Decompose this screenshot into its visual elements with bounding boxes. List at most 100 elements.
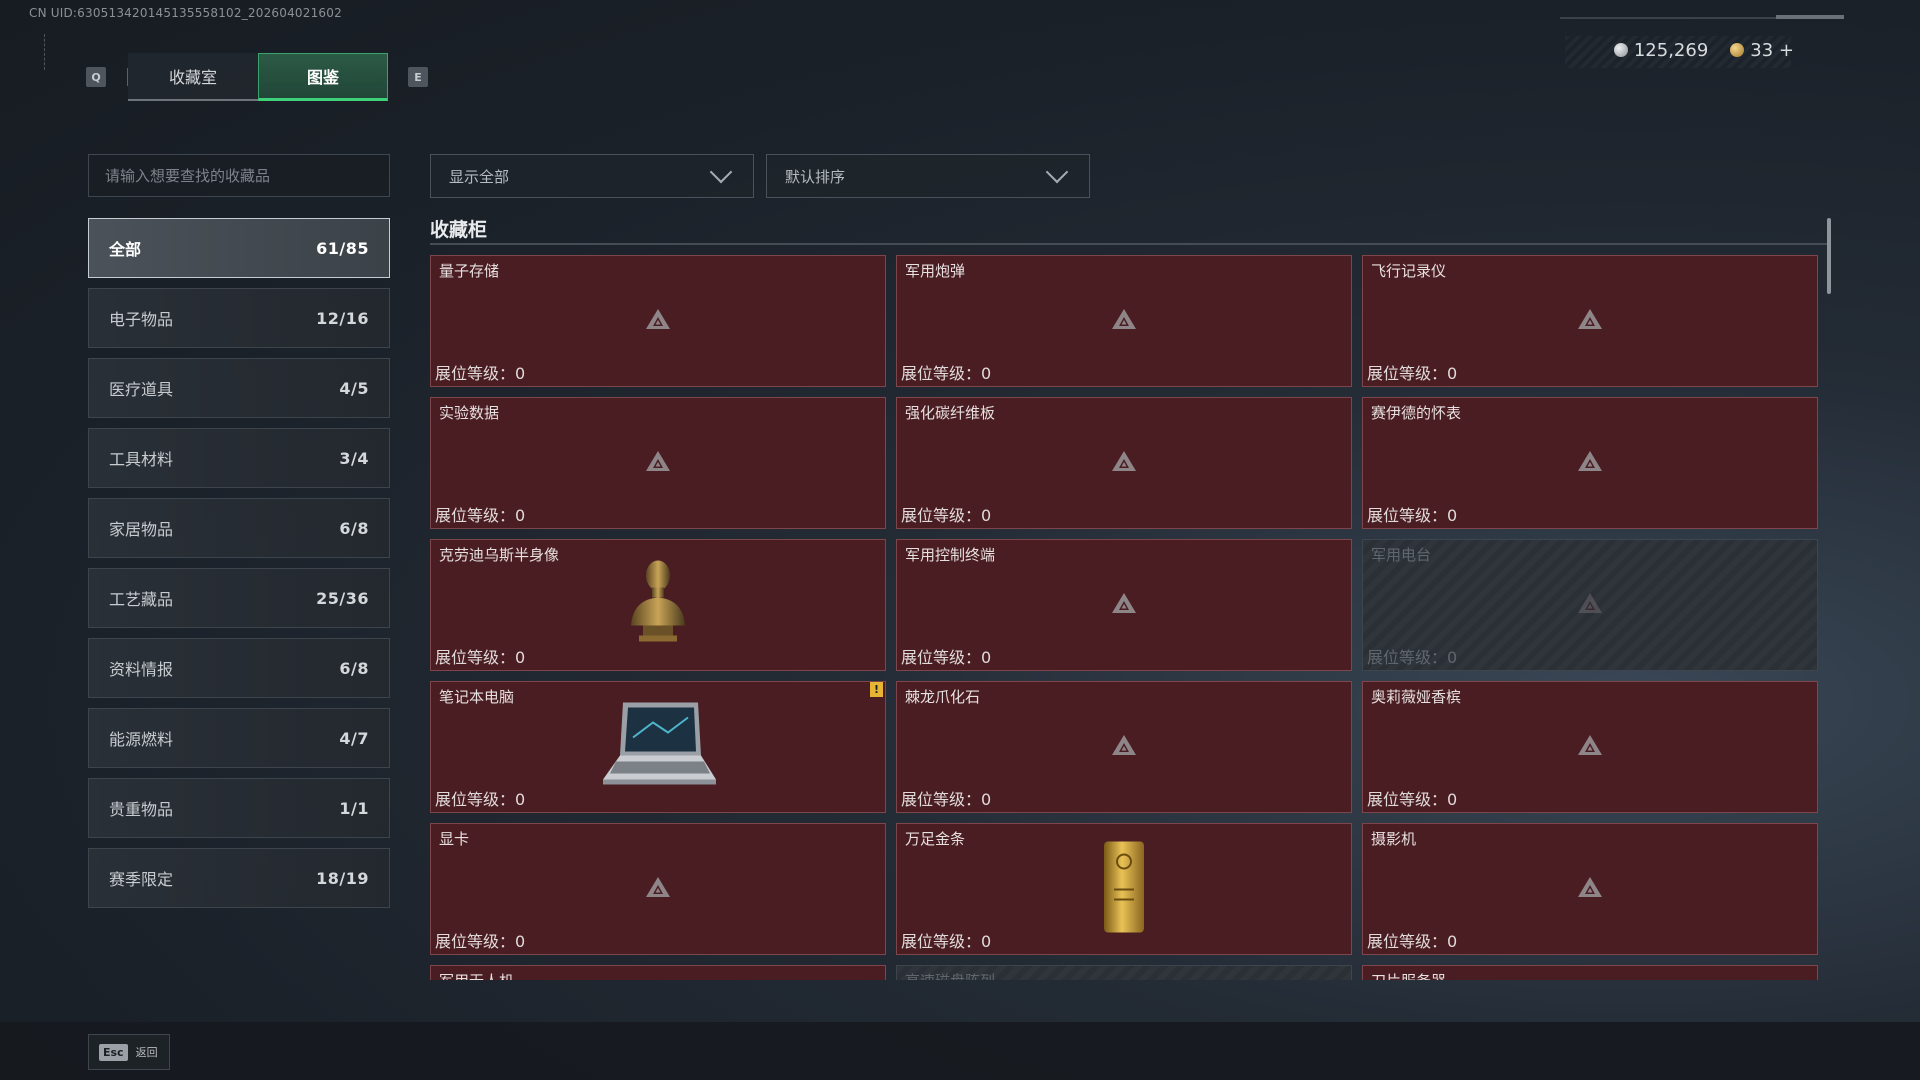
top-right-divider-accent xyxy=(1776,15,1844,19)
collection-card-name: 高速磁盘阵列 xyxy=(905,970,995,980)
category-item[interactable]: 能源燃料 4/7 xyxy=(88,708,390,768)
category-count: 25/36 xyxy=(316,588,369,608)
category-item[interactable]: 工具材料 3/4 xyxy=(88,428,390,488)
placeholder-triangle-icon xyxy=(1576,875,1604,903)
category-label: 资料情报 xyxy=(109,660,174,679)
collection-card-level: 展位等级：0 xyxy=(1367,506,1458,525)
category-label: 医疗道具 xyxy=(109,380,174,399)
category-item[interactable]: 资料情报 6/8 xyxy=(88,638,390,698)
collection-card-name: 军用控制终端 xyxy=(905,546,996,564)
scrollbar[interactable] xyxy=(1827,218,1831,294)
category-label: 能源燃料 xyxy=(109,730,174,749)
collection-card-name: 奥莉薇娅香槟 xyxy=(1371,688,1462,706)
collection-card[interactable]: 军用炮弹 展位等级：0 xyxy=(896,255,1352,387)
prev-tab-key-hint[interactable]: Q xyxy=(86,67,106,87)
collection-card-level: 展位等级：0 xyxy=(435,932,526,951)
collection-card[interactable]: 量子存储 展位等级：0 xyxy=(430,255,886,387)
category-label: 工具材料 xyxy=(109,450,174,469)
category-count: 18/19 xyxy=(316,868,369,888)
collection-grid: 量子存储 展位等级：0 军用炮弹 展位等级：0 飞行记录仪 展位等级：0 实验数据 展位等级：… xyxy=(430,255,1820,980)
category-label: 工艺藏品 xyxy=(109,590,174,609)
placeholder-triangle-icon xyxy=(1110,307,1138,335)
collection-card[interactable]: 飞行记录仪 展位等级：0 xyxy=(1362,255,1818,387)
category-label: 家居物品 xyxy=(109,520,174,539)
category-item[interactable]: 全部 61/85 xyxy=(88,218,390,278)
collection-card[interactable]: 笔记本电脑 展位等级：0! xyxy=(430,681,886,813)
collection-card-level: 展位等级：0 xyxy=(901,364,992,383)
placeholder-triangle-icon xyxy=(644,449,672,477)
category-label: 电子物品 xyxy=(109,310,174,329)
search-input[interactable]: 请输入想要查找的收藏品 xyxy=(88,154,390,197)
category-count: 4/7 xyxy=(339,728,369,748)
gold-coin-icon xyxy=(1730,43,1745,57)
category-item[interactable]: 医疗道具 4/5 xyxy=(88,358,390,418)
collection-card-level: 展位等级：0 xyxy=(901,648,992,667)
category-count: 1/1 xyxy=(339,798,369,818)
category-item[interactable]: 工艺藏品 25/36 xyxy=(88,568,390,628)
category-count: 4/5 xyxy=(339,378,369,398)
category-item[interactable]: 电子物品 12/16 xyxy=(88,288,390,348)
tab-collection-room[interactable]: 收藏室 xyxy=(128,53,258,101)
collection-card-name: 显卡 xyxy=(439,830,470,848)
category-count: 6/8 xyxy=(339,658,369,678)
next-tab-key-hint[interactable]: E xyxy=(408,67,428,87)
gold-currency[interactable]: 33 + xyxy=(1730,40,1794,61)
sort-dropdown[interactable]: 默认排序 xyxy=(766,154,1090,198)
collection-card-level: 展位等级：0 xyxy=(435,364,526,383)
placeholder-triangle-icon xyxy=(1110,449,1138,477)
back-label: 返回 xyxy=(135,1046,158,1059)
collection-card-name: 飞行记录仪 xyxy=(1371,262,1447,280)
collection-card[interactable]: 刀片服务器 xyxy=(1362,965,1818,980)
placeholder-triangle-icon xyxy=(1576,449,1604,477)
collection-card-level: 展位等级：0 xyxy=(435,790,526,809)
collection-card-name: 万足金条 xyxy=(905,830,966,848)
collection-card-level: 展位等级：0 xyxy=(901,790,992,809)
placeholder-triangle-icon xyxy=(644,307,672,335)
collection-card-name: 笔记本电脑 xyxy=(439,688,515,706)
collection-card-level: 展位等级：0 xyxy=(435,506,526,525)
collection-card[interactable]: 军用电台展位等级：0 xyxy=(1362,539,1818,671)
collection-card[interactable]: 棘龙爪化石展位等级：0 xyxy=(896,681,1352,813)
category-item[interactable]: 家居物品 6/8 xyxy=(88,498,390,558)
collection-card-name: 军用无人机 xyxy=(439,970,514,980)
collection-card-name: 棘龙爪化石 xyxy=(905,688,981,706)
placeholder-triangle-icon xyxy=(1576,733,1604,761)
esc-key-icon: Esc xyxy=(99,1043,128,1061)
placeholder-triangle-icon xyxy=(1110,591,1138,619)
placeholder-triangle-icon xyxy=(1576,307,1604,335)
collection-card[interactable]: 实验数据 展位等级：0 xyxy=(430,397,886,529)
collection-card[interactable]: 万足金条展位等级：0 xyxy=(896,823,1352,955)
collection-card[interactable]: 军用控制终端展位等级：0 xyxy=(896,539,1352,671)
collection-card[interactable]: 摄影机 展位等级：0 xyxy=(1362,823,1818,955)
category-count: 3/4 xyxy=(339,448,369,468)
collection-card[interactable]: 强化碳纤维板 展位等级：0 xyxy=(896,397,1352,529)
category-item[interactable]: 赛季限定 18/19 xyxy=(88,848,390,908)
collection-card[interactable]: 赛伊德的怀表展位等级：0 xyxy=(1362,397,1818,529)
back-button[interactable]: Esc 返回 xyxy=(88,1034,170,1070)
chevron-down-icon xyxy=(1045,160,1069,184)
left-decoration xyxy=(44,34,50,70)
placeholder-triangle-icon xyxy=(1110,733,1138,761)
category-label: 贵重物品 xyxy=(109,800,174,819)
collection-card-name: 赛伊德的怀表 xyxy=(1371,404,1462,422)
display-filter-dropdown[interactable]: 显示全部 xyxy=(430,154,754,198)
collection-card[interactable]: 克劳迪乌斯半身像 展位等级：0 xyxy=(430,539,886,671)
category-count: 12/16 xyxy=(316,308,369,328)
collection-card[interactable]: 奥莉薇娅香槟 展位等级：0 xyxy=(1362,681,1818,813)
laptop-image xyxy=(598,698,718,797)
placeholder-triangle-icon xyxy=(1576,591,1604,619)
collection-card[interactable]: 显卡展位等级：0 xyxy=(430,823,886,955)
section-divider xyxy=(430,243,1828,245)
collection-card-level: 展位等级：0 xyxy=(1367,932,1458,951)
collection-card-level: 展位等级：0 xyxy=(1367,648,1458,667)
gold-currency-value: 33 + xyxy=(1750,40,1794,61)
collection-card[interactable]: 高速磁盘阵列 xyxy=(896,965,1352,980)
category-item[interactable]: 贵重物品 1/1 xyxy=(88,778,390,838)
tab-catalog[interactable]: 图鉴 xyxy=(258,53,388,101)
category-list: 全部 61/85 电子物品 12/16 医疗道具 4/5 工具材料 3/4 家居物品 6/8 工艺藏… xyxy=(88,218,390,918)
collection-card[interactable]: 军用无人机 xyxy=(430,965,886,980)
collection-card-level: 展位等级：0 xyxy=(901,506,992,525)
collection-card-level: 展位等级：0 xyxy=(901,932,992,951)
collection-card-name: 军用电台 xyxy=(1371,546,1432,564)
currency-bar: 125,269 33 + xyxy=(1613,40,1794,61)
